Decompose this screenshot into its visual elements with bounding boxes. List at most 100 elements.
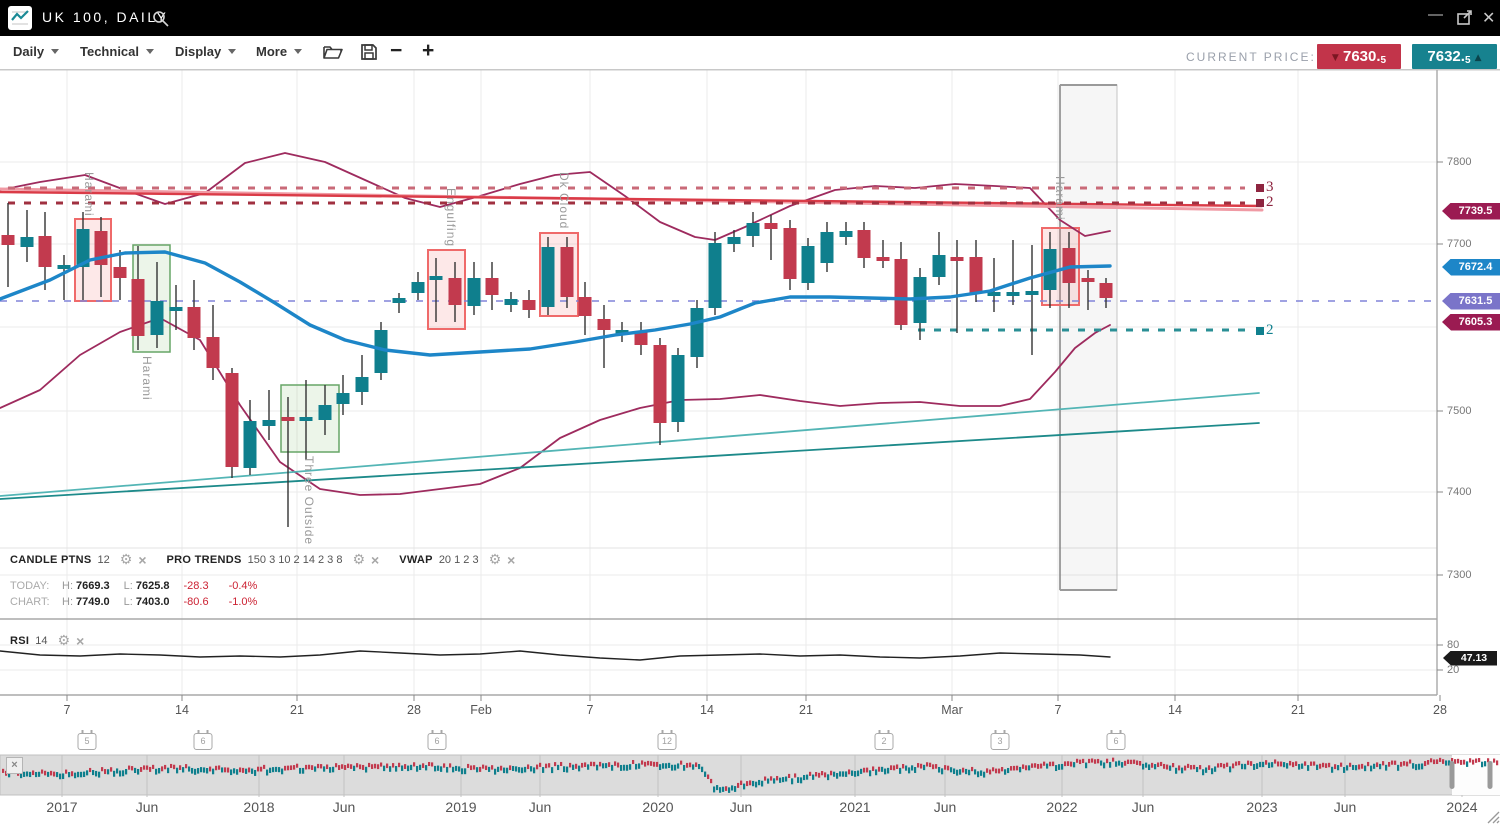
bid-fraction: 5 <box>1381 55 1387 66</box>
low-value: 7625.8 <box>136 580 170 592</box>
instrument-title: UK 100, DAILY <box>42 9 168 25</box>
date-tick-label: 7 <box>587 703 594 717</box>
indicator-name: PRO TRENDS <box>167 554 242 566</box>
menu-more-label: More <box>256 44 287 59</box>
bid-price-badge[interactable]: ▼ 7630.5 <box>1317 44 1401 69</box>
target-square-icon <box>1256 199 1264 207</box>
high-label: H: <box>62 580 73 592</box>
menu-technical[interactable]: Technical <box>80 44 154 59</box>
chevron-down-icon <box>51 49 59 54</box>
menu-timeframe-label: Daily <box>13 44 44 59</box>
stat-label: TODAY: <box>10 580 62 592</box>
zoom-out-button[interactable]: − <box>390 39 402 63</box>
arrow-down-icon: ▼ <box>1332 53 1339 63</box>
gear-icon[interactable]: ⚙ <box>120 552 133 568</box>
pattern-target-marker: 2 <box>1256 322 1274 339</box>
high-value: 7669.3 <box>76 580 110 592</box>
menu-timeframe[interactable]: Daily <box>13 44 59 59</box>
app-logo-icon <box>8 6 32 30</box>
price-badge: 7631.5 <box>1442 293 1500 310</box>
target-count: 2 <box>1266 322 1274 339</box>
gear-icon[interactable]: ⚙ <box>489 552 502 568</box>
menu-more[interactable]: More <box>256 44 302 59</box>
calendar-icon[interactable]: 12 <box>658 733 677 750</box>
rsi-legend: RSI 14 ⚙ × <box>10 633 98 649</box>
change-pct: -0.4% <box>229 580 258 592</box>
navigator-year-label: Jun <box>1132 799 1155 815</box>
pattern-annotation: Harami <box>82 172 96 217</box>
close-button[interactable]: ✕ <box>1482 8 1495 28</box>
pattern-annotation: Engulfing <box>444 188 458 247</box>
navigator-year-label: 2017 <box>46 799 77 815</box>
date-tick-label: 7 <box>64 703 71 717</box>
chart-canvas[interactable] <box>0 0 1500 824</box>
rsi-tick-label: 20 <box>1447 664 1459 676</box>
gear-icon[interactable]: ⚙ <box>352 552 365 568</box>
change-value: -28.3 <box>184 580 209 592</box>
target-square-icon <box>1256 327 1264 335</box>
calendar-icon[interactable]: 2 <box>875 733 894 750</box>
navigator-year-label: 2024 <box>1446 799 1477 815</box>
date-tick-label: 7 <box>1055 703 1062 717</box>
price-tick-label: 7300 <box>1447 569 1471 581</box>
calendar-icon[interactable]: 5 <box>78 733 97 750</box>
price-badge: 7739.5 <box>1442 203 1500 220</box>
rsi-params: 14 <box>35 635 47 647</box>
ask-fraction: 5 <box>1465 55 1471 66</box>
bid-price: 7630. <box>1343 48 1381 65</box>
calendar-icon[interactable]: 6 <box>1107 733 1126 750</box>
ask-price-badge[interactable]: 7632.5 ▲ <box>1412 44 1497 69</box>
navigator-year-label: 2019 <box>445 799 476 815</box>
navigator-year-label: 2021 <box>839 799 870 815</box>
navigator-year-label: Jun <box>136 799 159 815</box>
calendar-icon[interactable]: 3 <box>991 733 1010 750</box>
pattern-target-marker: 2 <box>1256 194 1274 211</box>
chevron-down-icon <box>146 49 154 54</box>
rsi-name: RSI <box>10 635 29 647</box>
navigator-close-button[interactable]: × <box>6 757 23 774</box>
minimize-button[interactable]: — <box>1428 6 1443 23</box>
low-label: L: <box>124 580 133 592</box>
calendar-icon[interactable]: 6 <box>194 733 213 750</box>
chevron-down-icon <box>228 49 236 54</box>
indicator-name: CANDLE PTNS <box>10 554 92 566</box>
date-tick-label: 28 <box>407 703 421 717</box>
remove-indicator-icon[interactable]: × <box>138 552 146 568</box>
date-tick-label: 14 <box>175 703 189 717</box>
remove-indicator-icon[interactable]: × <box>76 633 84 649</box>
remove-indicator-icon[interactable]: × <box>371 552 379 568</box>
high-label: H: <box>62 596 73 608</box>
price-tick-label: 7500 <box>1447 405 1471 417</box>
change-value: -80.6 <box>184 596 209 608</box>
calendar-icon[interactable]: 6 <box>428 733 447 750</box>
target-square-icon <box>1256 184 1264 192</box>
price-badge: 7672.4 <box>1442 259 1500 276</box>
indicator-params: 150 3 10 2 14 2 3 8 <box>248 554 343 566</box>
high-value: 7749.0 <box>76 596 110 608</box>
pattern-annotation: Harami <box>1053 176 1067 221</box>
price-tick-label: 7800 <box>1447 156 1471 168</box>
zoom-in-button[interactable]: + <box>422 39 434 63</box>
navigator-year-label: Jun <box>333 799 356 815</box>
date-tick-label: Feb <box>470 703 492 717</box>
date-tick-label: 14 <box>700 703 714 717</box>
trading-app-window: UK 100, DAILY — ✕ Daily Technical Displa… <box>0 0 1500 824</box>
change-pct: -1.0% <box>229 596 258 608</box>
price-badge: 7605.3 <box>1442 314 1500 331</box>
pattern-annotation: Dk Cloud <box>557 172 571 229</box>
navigator-year-label: Jun <box>1334 799 1357 815</box>
gear-icon[interactable]: ⚙ <box>58 633 71 649</box>
indicator-legend: CANDLE PTNS 12 ⚙× PRO TRENDS 150 3 10 2 … <box>10 552 529 568</box>
arrow-up-icon: ▲ <box>1475 53 1482 63</box>
menu-technical-label: Technical <box>80 44 139 59</box>
pattern-annotation: Three Outside <box>302 456 316 545</box>
date-tick-label: Mar <box>941 703 963 717</box>
navigator-year-label: Jun <box>529 799 552 815</box>
current-price-label: CURRENT PRICE: <box>1186 50 1316 64</box>
navigator-year-label: Jun <box>730 799 753 815</box>
menu-display[interactable]: Display <box>175 44 236 59</box>
date-tick-label: 21 <box>1291 703 1305 717</box>
date-tick-label: 28 <box>1433 703 1447 717</box>
rsi-tick-label: 80 <box>1447 639 1459 651</box>
remove-indicator-icon[interactable]: × <box>507 552 515 568</box>
